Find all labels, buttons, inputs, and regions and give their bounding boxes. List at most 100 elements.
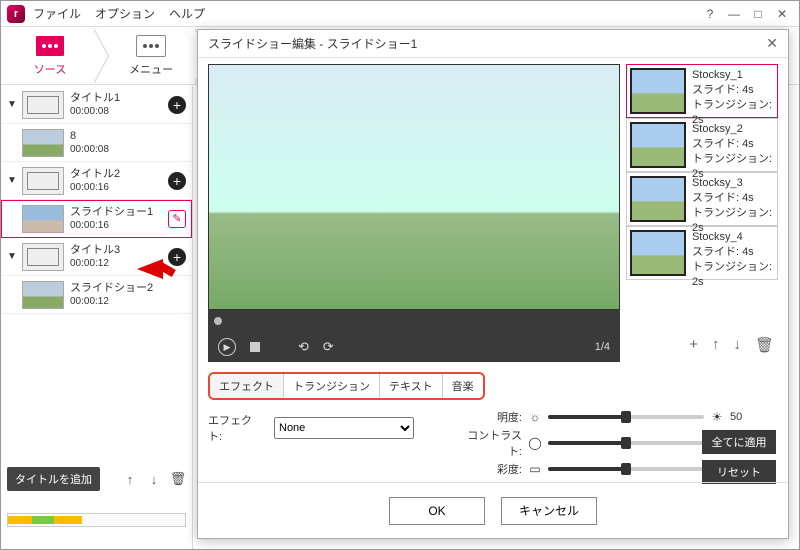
slide-name: Stocksy_2	[692, 122, 774, 137]
menu-help[interactable]: ヘルプ	[169, 5, 205, 22]
preview-image	[208, 64, 620, 310]
slide-duration: スライド: 4s	[692, 83, 774, 98]
saturation-slider[interactable]	[548, 467, 704, 471]
slide-item[interactable]: Stocksy_1スライド: 4sトランジション: 2s	[626, 64, 778, 118]
slideshow-edit-dialog: スライドショー編集 - スライドショー1 ✕ ▶ ⟲ ⟳ 1/4 Sto	[197, 29, 789, 539]
menu-option[interactable]: オプション	[95, 5, 155, 22]
add-icon[interactable]: +	[168, 248, 186, 266]
callout-arrow	[137, 259, 163, 279]
up-icon[interactable]: ↑	[122, 471, 138, 487]
list-item[interactable]: ▼ タイトル100:00:08+	[1, 86, 192, 124]
toggle-icon[interactable]: ▼	[7, 251, 19, 262]
ok-button[interactable]: OK	[389, 497, 485, 525]
list-item[interactable]: スライドショー200:00:12	[1, 276, 192, 314]
effect-label: エフェクト:	[208, 412, 264, 444]
saturation-low-icon: ▭	[528, 462, 542, 476]
seek-bar[interactable]	[208, 310, 620, 332]
brightness-label: 明度:	[458, 409, 522, 425]
tab-music[interactable]: 音楽	[443, 374, 483, 398]
source-icon	[35, 35, 65, 57]
item-name: スライドショー1	[70, 205, 168, 219]
slide-duration: スライド: 4s	[692, 137, 774, 152]
app-logo: r	[7, 5, 25, 23]
effect-select[interactable]: None	[274, 417, 414, 439]
slide-item[interactable]: Stocksy_2スライド: 4sトランジション: 2s	[626, 118, 778, 172]
tab-source-label: ソース	[34, 61, 66, 77]
item-time: 00:00:16	[70, 219, 168, 233]
toggle-icon[interactable]: ▼	[7, 175, 19, 186]
minimize-icon[interactable]: —	[723, 5, 745, 23]
contrast-low-icon: ◯	[528, 436, 542, 450]
thumbnail	[22, 91, 64, 119]
slide-item[interactable]: Stocksy_4スライド: 4sトランジション: 2s	[626, 226, 778, 280]
tab-text[interactable]: テキスト	[380, 374, 443, 398]
contrast-slider[interactable]	[548, 441, 704, 445]
rotate-right-icon[interactable]: ⟳	[323, 339, 334, 355]
timeline[interactable]	[7, 513, 186, 527]
tab-menu-label: メニュー	[129, 61, 173, 77]
tab-menu[interactable]: メニュー	[108, 28, 194, 84]
menubar: r ファイル オプション ヘルプ ? — □ ✕	[1, 1, 799, 27]
slide-counter: 1/4	[595, 341, 610, 353]
slide-list: Stocksy_1スライド: 4sトランジション: 2sStocksy_2スライ…	[626, 64, 778, 362]
maximize-icon[interactable]: □	[747, 5, 769, 23]
slide-up-icon[interactable]: ↑	[712, 336, 720, 354]
item-time: 00:00:08	[70, 143, 186, 157]
brightness-value: 50	[730, 411, 758, 423]
tab-effect[interactable]: エフェクト	[210, 374, 284, 398]
thumbnail	[22, 129, 64, 157]
close-icon[interactable]: ✕	[771, 5, 793, 23]
list-item[interactable]: 800:00:08	[1, 124, 192, 162]
stop-icon[interactable]	[250, 342, 260, 352]
tab-transition[interactable]: トランジション	[284, 374, 380, 398]
add-title-button[interactable]: タイトルを追加	[7, 467, 100, 491]
slide-name: Stocksy_1	[692, 68, 774, 83]
menu-icon	[136, 35, 166, 57]
down-icon[interactable]: ↓	[146, 471, 162, 487]
slide-thumb	[630, 176, 686, 222]
toggle-icon[interactable]: ▼	[7, 99, 19, 110]
slide-item[interactable]: Stocksy_3スライド: 4sトランジション: 2s	[626, 172, 778, 226]
slide-thumb	[630, 122, 686, 168]
preview-pane: ▶ ⟲ ⟳ 1/4	[208, 64, 620, 362]
thumbnail	[22, 281, 64, 309]
slide-name: Stocksy_4	[692, 230, 774, 245]
add-slide-icon[interactable]: +	[689, 336, 698, 354]
item-name: スライドショー2	[70, 281, 186, 295]
trash-icon[interactable]: 🗑	[170, 471, 186, 487]
slide-name: Stocksy_3	[692, 176, 774, 191]
slide-down-icon[interactable]: ↓	[733, 336, 741, 354]
thumbnail	[22, 205, 64, 233]
play-icon[interactable]: ▶	[218, 338, 236, 356]
apply-all-button[interactable]: 全てに適用	[702, 430, 776, 454]
slide-duration: スライド: 4s	[692, 245, 774, 260]
brightness-slider[interactable]	[548, 415, 704, 419]
help-icon[interactable]: ?	[699, 5, 721, 23]
saturation-label: 彩度:	[458, 461, 522, 477]
item-time: 00:00:08	[70, 105, 168, 119]
slide-transition: トランジション: 2s	[692, 260, 774, 290]
tab-source[interactable]: ソース	[7, 28, 93, 84]
edit-icon[interactable]: ✎	[168, 210, 186, 228]
rotate-left-icon[interactable]: ⟲	[298, 339, 309, 355]
add-icon[interactable]: +	[168, 172, 186, 190]
item-name: 8	[70, 129, 186, 143]
list-item[interactable]: ▼タイトル200:00:16+	[1, 162, 192, 200]
list-item[interactable]: スライドショー100:00:16✎	[1, 200, 192, 238]
item-name: タイトル2	[70, 167, 168, 181]
brightness-high-icon: ☀	[710, 410, 724, 424]
reset-button[interactable]: リセット	[702, 460, 776, 484]
thumbnail	[22, 167, 64, 195]
dialog-close-icon[interactable]: ✕	[766, 35, 778, 52]
slide-duration: スライド: 4s	[692, 191, 774, 206]
slide-thumb	[630, 68, 686, 114]
add-icon[interactable]: +	[168, 96, 186, 114]
chevron-right-icon	[93, 28, 108, 84]
cancel-button[interactable]: キャンセル	[501, 497, 597, 525]
item-name: タイトル1	[70, 91, 168, 105]
menu-file[interactable]: ファイル	[33, 5, 81, 22]
slide-thumb	[630, 230, 686, 276]
slide-trash-icon[interactable]: 🗑	[755, 336, 774, 354]
brightness-low-icon: ☼	[528, 410, 542, 424]
thumbnail	[22, 243, 64, 271]
